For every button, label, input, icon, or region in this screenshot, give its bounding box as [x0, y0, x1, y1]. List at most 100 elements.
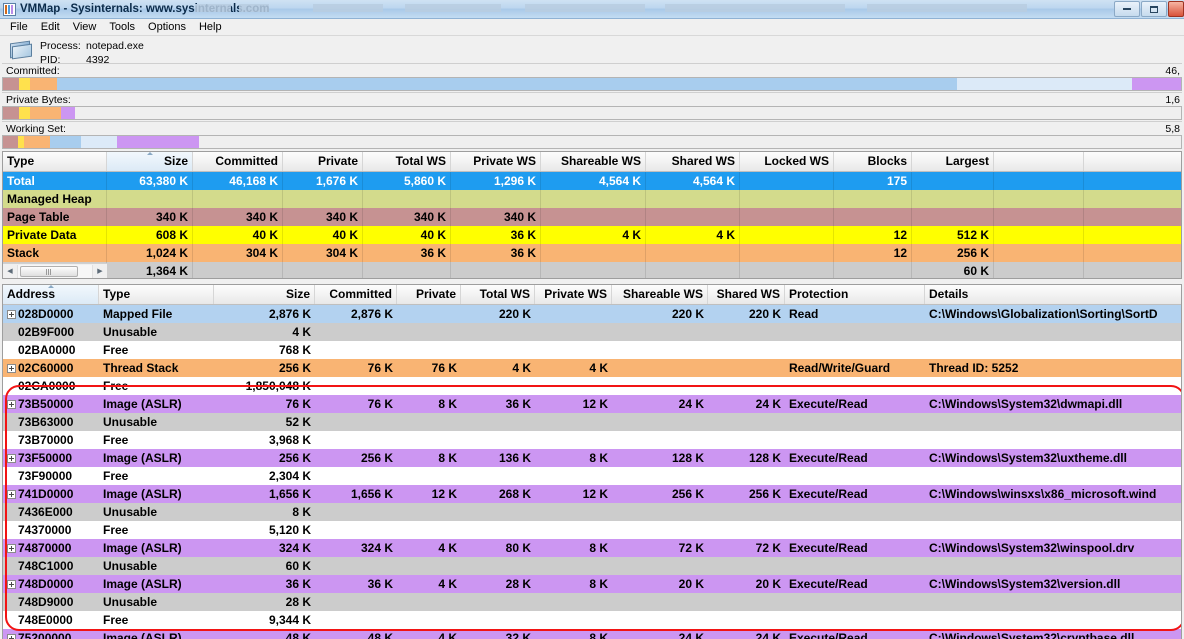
table-row[interactable]: 73F90000 Free 2,304 K [3, 467, 1181, 485]
column-header-shareable-ws[interactable]: Shareable WS [541, 152, 646, 171]
expand-node-icon[interactable] [7, 490, 16, 500]
expand-node-icon[interactable] [7, 310, 16, 320]
window-title: VMMap - Sysinternals: www.sysinternals.c… [20, 3, 270, 15]
table-row[interactable]: 1,364 K 60 K [3, 262, 1181, 278]
menu-view[interactable]: View [67, 20, 104, 35]
menu-tools[interactable]: Tools [103, 20, 142, 35]
column-header-shareable-ws[interactable]: Shareable WS [612, 285, 708, 304]
detail-table-body[interactable]: 028D0000 Mapped File 2,876 K 2,876 K 220 K 22… [3, 305, 1181, 639]
column-header-private[interactable]: Private [397, 285, 461, 304]
expand-node-icon[interactable] [7, 634, 16, 639]
cell-blocks: 12 [834, 226, 912, 244]
cell-details [925, 431, 1181, 449]
table-row[interactable]: 02BA0000 Free 768 K [3, 341, 1181, 359]
column-header-protection[interactable]: Protection [785, 285, 925, 304]
window-controls[interactable] [1114, 1, 1184, 18]
menu-edit[interactable]: Edit [35, 20, 67, 35]
table-row[interactable]: 748E0000 Free 9,344 K [3, 611, 1181, 629]
close-button[interactable] [1168, 1, 1184, 17]
column-header-committed[interactable]: Committed [193, 152, 283, 171]
column-header-private-ws[interactable]: Private WS [535, 285, 612, 304]
bar-segment-5 [1131, 78, 1181, 90]
menu-help[interactable]: Help [193, 20, 229, 35]
table-row[interactable]: 748D9000 Unusable 28 K [3, 593, 1181, 611]
menu-file[interactable]: File [4, 20, 35, 35]
summary-hscroll-track[interactable] [17, 264, 93, 278]
expand-node-icon[interactable] [7, 400, 16, 410]
summary-table[interactable]: Type Size Committed Private Total WS Private … [2, 151, 1182, 279]
cell-private: 12 K [431, 487, 457, 501]
cell-address: 748C1000 [3, 557, 99, 575]
scroll-left-icon[interactable]: ◀ [3, 265, 17, 278]
summary-hscrollbar[interactable]: ◀ ▶ [3, 263, 107, 278]
column-header-blank[interactable] [994, 152, 1084, 171]
column-header-shared-ws[interactable]: Shared WS [646, 152, 740, 171]
bar-segment-3 [60, 107, 75, 119]
table-row[interactable]: 748D0000 Image (ASLR) 36 K 36 K 4 K 28 K 8 K 20… [3, 575, 1181, 593]
scroll-right-icon[interactable]: ▶ [93, 265, 107, 278]
column-header-private[interactable]: Private [283, 152, 363, 171]
minimize-button[interactable] [1114, 1, 1140, 17]
table-row[interactable]: 02CA0000 Free 1,850,048 K [3, 377, 1181, 395]
cell-committed: 76 K [367, 361, 393, 375]
cell-private-ws [535, 467, 612, 485]
expand-node-icon[interactable] [7, 544, 16, 554]
table-row[interactable]: 75200000 Image (ASLR) 48 K 48 K 4 K 32 K 8 K 24… [3, 629, 1181, 639]
cell-type: Unusable [103, 595, 158, 609]
cell-shared-ws [646, 244, 740, 262]
table-row[interactable]: 02C60000 Thread Stack 256 K 76 K 76 K 4 K 4 K R… [3, 359, 1181, 377]
table-row[interactable]: 74870000 Image (ASLR) 324 K 324 K 4 K 80 K 8 K… [3, 539, 1181, 557]
column-header-blocks[interactable]: Blocks [834, 152, 912, 171]
menu-bar: File Edit View Tools Options Help [0, 19, 1184, 36]
table-row[interactable]: 741D0000 Image (ASLR) 1,656 K 1,656 K 12 K 26… [3, 485, 1181, 503]
cell-blocks: 12 [834, 244, 912, 262]
cell-total-ws: 28 K [505, 577, 531, 591]
expand-placeholder-icon [7, 562, 16, 571]
cell-private-ws: 8 K [589, 577, 608, 591]
table-row[interactable]: 02B9F000 Unusable 4 K [3, 323, 1181, 341]
column-header-type[interactable]: Type [3, 152, 107, 171]
maximize-button[interactable] [1141, 1, 1167, 17]
table-row[interactable]: Page Table 340 K 340 K 340 K 340 K 340 K [3, 208, 1181, 226]
column-header-committed[interactable]: Committed [315, 285, 397, 304]
table-row[interactable]: 748C1000 Unusable 60 K [3, 557, 1181, 575]
detail-table[interactable]: Address Type Size Committed Private Total WS P… [2, 284, 1182, 639]
column-header-details[interactable]: Details [925, 285, 1181, 304]
table-row[interactable]: 73B63000 Unusable 52 K [3, 413, 1181, 431]
cell-address: 02B9F000 [3, 323, 99, 341]
summary-table-header[interactable]: Type Size Committed Private Total WS Private … [3, 152, 1181, 172]
expand-node-icon[interactable] [7, 454, 16, 464]
table-row[interactable]: 73B50000 Image (ASLR) 76 K 76 K 8 K 36 K 12 K 2… [3, 395, 1181, 413]
column-header-type[interactable]: Type [99, 285, 214, 304]
expand-node-icon[interactable] [7, 580, 16, 590]
column-header-shared-ws[interactable]: Shared WS [708, 285, 785, 304]
table-row[interactable]: 7436E000 Unusable 8 K [3, 503, 1181, 521]
table-row[interactable]: 74370000 Free 5,120 K [3, 521, 1181, 539]
column-header-total-ws[interactable]: Total WS [461, 285, 535, 304]
table-row[interactable]: 73B70000 Free 3,968 K [3, 431, 1181, 449]
column-header-size[interactable]: Size [107, 152, 193, 171]
table-row[interactable]: Stack 1,024 K 304 K 304 K 36 K 36 K 12 256 K [3, 244, 1181, 262]
column-header-locked-ws[interactable]: Locked WS [740, 152, 834, 171]
table-row[interactable]: Private Data 608 K 40 K 40 K 40 K 36 K4 K4 K1… [3, 226, 1181, 244]
table-row[interactable]: Total 63,380 K 46,168 K 1,676 K 5,860 K 1,296… [3, 172, 1181, 190]
table-row[interactable]: 028D0000 Mapped File 2,876 K 2,876 K 220 K 22… [3, 305, 1181, 323]
detail-table-header[interactable]: Address Type Size Committed Private Total WS P… [3, 285, 1181, 305]
summary-table-body[interactable]: Total 63,380 K 46,168 K 1,676 K 5,860 K 1,296… [3, 172, 1181, 278]
cell-private-ws: 12 K [582, 487, 608, 501]
menu-options[interactable]: Options [142, 20, 193, 35]
column-header-total-ws[interactable]: Total WS [363, 152, 451, 171]
cell-total-ws [461, 323, 535, 341]
column-header-size[interactable]: Size [214, 285, 315, 304]
summary-hscroll-thumb[interactable] [20, 265, 78, 277]
column-header-largest[interactable]: Largest [912, 152, 994, 171]
bar-segment-2 [30, 78, 58, 90]
table-row[interactable]: Managed Heap [3, 190, 1181, 208]
column-header-private-ws[interactable]: Private WS [451, 152, 541, 171]
table-row[interactable]: 73F50000 Image (ASLR) 256 K 256 K 8 K 136 K 8 … [3, 449, 1181, 467]
expand-node-icon[interactable] [7, 364, 16, 374]
column-header-address[interactable]: Address [3, 285, 99, 304]
cell-size: 76 K [285, 397, 311, 411]
cell-total-ws: 80 K [505, 541, 531, 555]
cell-locked-ws [740, 208, 834, 226]
